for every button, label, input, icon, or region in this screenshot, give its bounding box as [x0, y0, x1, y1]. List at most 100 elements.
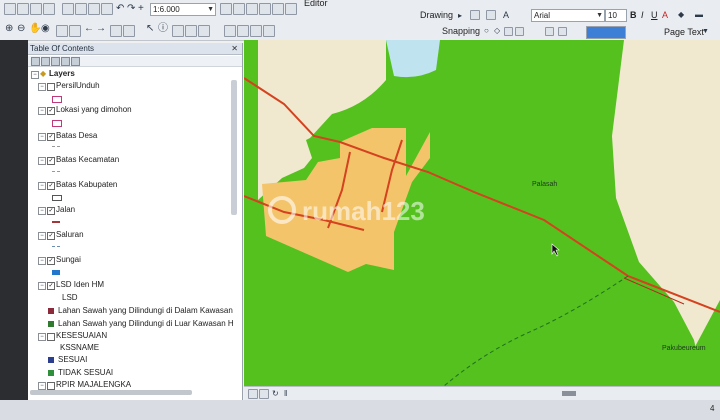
copy-icon[interactable] — [75, 3, 87, 15]
back-extent-icon[interactable]: ← — [84, 24, 94, 34]
collapse-icon[interactable]: − — [38, 282, 46, 290]
collapse-icon[interactable]: − — [38, 232, 46, 240]
zoom-out-icon[interactable]: ⊖ — [17, 24, 25, 34]
fixed-zoom-in-icon[interactable] — [56, 25, 68, 37]
map-view[interactable]: Palasah Pakubeureum rumah123 — [244, 40, 720, 386]
select-elements-icon[interactable]: ▸ — [458, 11, 462, 21]
table-of-contents-icon[interactable] — [233, 3, 245, 15]
map-scale-combo[interactable]: 1:6.000 ▼ — [150, 3, 216, 16]
layout-view-icon[interactable] — [259, 389, 269, 399]
list-by-drawing-order-icon[interactable] — [31, 57, 40, 66]
undo-icon[interactable]: ↶ — [116, 4, 124, 14]
collapse-icon[interactable]: − — [38, 382, 46, 390]
text-options-icon[interactable] — [558, 27, 567, 36]
list-by-visibility-icon[interactable] — [51, 57, 60, 66]
collapse-icon[interactable]: − — [38, 107, 46, 115]
legend-swatch[interactable] — [48, 357, 54, 363]
paste-icon[interactable] — [88, 3, 100, 15]
vertex-snapping-icon[interactable] — [504, 27, 513, 36]
layer-visibility-checkbox[interactable]: ✓ — [47, 282, 55, 290]
html-popup-icon[interactable] — [250, 25, 262, 37]
toc-horizontal-scrollbar[interactable] — [30, 390, 192, 395]
layer-symbol-swatch[interactable] — [52, 270, 60, 275]
bold-button[interactable]: B — [630, 10, 637, 20]
new-document-icon[interactable] — [4, 3, 16, 15]
clear-selection-icon[interactable] — [123, 25, 135, 37]
collapse-icon[interactable]: − — [38, 257, 46, 265]
collapse-icon[interactable]: − — [38, 83, 46, 91]
go-to-xy-icon[interactable] — [237, 25, 249, 37]
find-icon[interactable] — [172, 25, 184, 37]
map-scrollbar-thumb[interactable] — [562, 391, 576, 396]
print-icon[interactable] — [43, 3, 55, 15]
zoom-in-icon[interactable]: ⊕ — [5, 24, 13, 34]
line-color-icon[interactable]: ▬ — [695, 10, 703, 20]
delete-icon[interactable] — [101, 3, 113, 15]
pause-drawing-icon[interactable]: ‖ — [284, 389, 287, 399]
forward-extent-icon[interactable]: → — [96, 24, 106, 34]
toc-options-icon[interactable] — [71, 57, 80, 66]
full-extent-icon[interactable]: ◉ — [41, 24, 50, 34]
end-snapping-icon[interactable]: ◇ — [494, 26, 500, 36]
open-icon[interactable] — [17, 3, 29, 15]
time-slider-icon[interactable] — [224, 25, 236, 37]
hyperlink-icon[interactable] — [198, 25, 210, 37]
layer-visibility-checkbox[interactable] — [47, 382, 55, 390]
underline-button[interactable]: U — [651, 10, 658, 20]
cut-icon[interactable] — [62, 3, 74, 15]
legend-swatch[interactable] — [48, 370, 54, 376]
collapse-icon[interactable]: − — [38, 157, 46, 165]
search-window-icon[interactable] — [259, 3, 271, 15]
data-view-icon[interactable] — [248, 389, 258, 399]
rectangle-icon[interactable] — [470, 10, 480, 20]
layer-symbol-swatch[interactable] — [52, 246, 60, 248]
layer-symbol-swatch[interactable] — [52, 195, 62, 201]
legend-swatch[interactable] — [48, 308, 54, 314]
select-features-icon[interactable] — [110, 25, 122, 37]
layer-visibility-checkbox[interactable]: ✓ — [47, 182, 55, 190]
new-text-icon[interactable] — [545, 27, 554, 36]
legend-swatch[interactable] — [48, 321, 54, 327]
python-icon[interactable] — [285, 3, 297, 15]
layer-visibility-checkbox[interactable]: ✓ — [47, 157, 55, 165]
edge-snapping-icon[interactable] — [515, 27, 524, 36]
collapse-icon[interactable]: − — [31, 71, 39, 79]
editor-menu[interactable]: Editor — [304, 0, 328, 8]
font-color-icon[interactable]: A — [503, 10, 509, 20]
measure-icon[interactable] — [185, 25, 197, 37]
fill-color-icon[interactable]: ◆ — [678, 10, 684, 20]
drawing-menu[interactable]: Drawing — [420, 10, 453, 20]
catalog-icon[interactable] — [246, 3, 258, 15]
collapse-icon[interactable]: − — [38, 182, 46, 190]
point-snapping-icon[interactable]: ○ — [484, 26, 489, 36]
save-icon[interactable] — [30, 3, 42, 15]
layer-symbol-swatch[interactable] — [52, 146, 60, 148]
layer-visibility-checkbox[interactable] — [47, 83, 55, 91]
toc-vertical-scrollbar[interactable] — [231, 80, 237, 215]
layer-visibility-checkbox[interactable]: ✓ — [47, 257, 55, 265]
text-style-combo[interactable] — [586, 26, 626, 39]
page-text-menu[interactable]: Page Text — [664, 27, 704, 37]
snapping-menu[interactable]: Snapping — [442, 26, 480, 36]
layer-visibility-checkbox[interactable]: ✓ — [47, 133, 55, 141]
map-canvas[interactable]: Palasah Pakubeureum rumah123 — [244, 40, 720, 386]
italic-button[interactable]: I — [641, 10, 644, 20]
collapse-icon[interactable]: − — [38, 207, 46, 215]
layer-symbol-swatch[interactable] — [52, 120, 62, 127]
layer-visibility-checkbox[interactable]: ✓ — [47, 232, 55, 240]
chevron-down-icon[interactable]: ▼ — [702, 27, 709, 37]
pan-icon[interactable]: ✋ — [29, 24, 41, 34]
select-elements-icon[interactable]: ↖ — [146, 24, 154, 34]
list-by-source-icon[interactable] — [41, 57, 50, 66]
add-data-icon[interactable]: + — [138, 4, 144, 14]
layer-symbol-swatch[interactable] — [52, 221, 60, 223]
collapse-icon[interactable]: − — [38, 133, 46, 141]
refresh-icon[interactable]: ↻ — [272, 389, 279, 399]
text-color-button[interactable]: A — [662, 10, 668, 20]
arctoolbox-icon[interactable] — [272, 3, 284, 15]
collapse-icon[interactable]: − — [38, 333, 46, 341]
list-by-selection-icon[interactable] — [61, 57, 70, 66]
viewer-icon[interactable] — [263, 25, 275, 37]
editor-toolbar-icon[interactable] — [220, 3, 232, 15]
font-size-combo[interactable]: 10 — [605, 9, 627, 22]
